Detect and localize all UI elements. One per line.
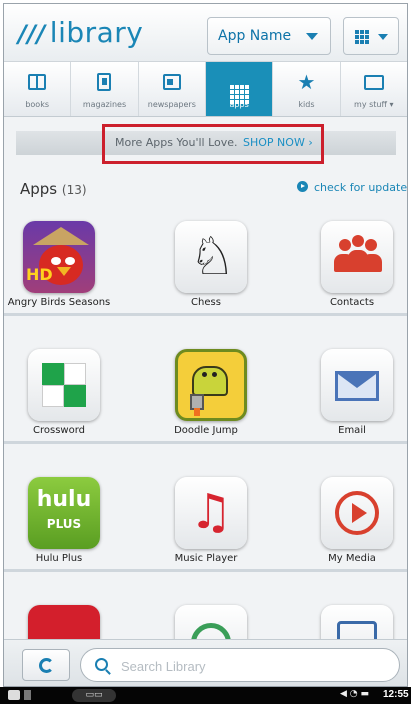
promo-message: More Apps You'll Love. <box>115 136 238 149</box>
chevron-down-icon <box>378 34 388 40</box>
magazine-icon <box>97 73 112 91</box>
grid-view-icon <box>355 30 369 44</box>
app-label: Crossword <box>33 425 85 436</box>
app-crossword[interactable]: Crossword <box>9 337 109 443</box>
check-for-updates-link[interactable]: check for updates <box>297 181 408 194</box>
hulu-plus-wordmark: PLUS <box>46 517 82 531</box>
clock: 12:55 <box>383 689 409 700</box>
hd-badge: HD <box>26 265 53 284</box>
app-chess[interactable]: ♘ Chess <box>156 209 256 315</box>
app-label: Music Player <box>174 553 238 564</box>
star-icon: ★ <box>297 70 316 94</box>
tab-apps[interactable]: apps <box>205 62 274 116</box>
envelope-icon <box>321 349 393 421</box>
library-logo-icon: /// <box>18 20 46 48</box>
chevron-down-icon <box>306 33 318 40</box>
tab-label: newspapers <box>147 100 196 109</box>
apps-grid: HD Angry Birds Seasons ♘ Chess Contacts <box>4 209 407 639</box>
sd-card-icon <box>24 690 31 700</box>
status-bar: ▭▭ ◀ ◔ ▬ 12:55 <box>0 687 411 704</box>
red-app-icon <box>28 605 100 639</box>
app-tile-partial[interactable] <box>9 593 109 639</box>
app-label: Angry Birds Seasons <box>7 297 111 308</box>
green-app-icon <box>175 605 247 639</box>
signal-battery-icons: ◀ ◔ ▬ <box>340 689 369 699</box>
tab-my-stuff[interactable]: my stuff ▾ <box>341 62 407 116</box>
apps-title-text: Apps <box>20 180 58 198</box>
camera-icon <box>8 690 20 700</box>
apps-section-title: Apps (13) <box>20 180 87 198</box>
library-logo-text: library <box>49 16 144 49</box>
search-input[interactable] <box>121 656 381 676</box>
book-icon <box>28 74 47 90</box>
app-label: Chess <box>191 297 221 308</box>
app-label: Email <box>338 425 366 436</box>
app-window: ///library App Name books magazines news… <box>3 3 408 687</box>
app-tile-partial[interactable] <box>156 593 256 639</box>
app-contacts[interactable]: Contacts <box>302 209 402 315</box>
app-doodle-jump[interactable]: Doodle Jump <box>156 337 256 443</box>
folder-icon <box>363 75 384 90</box>
header-bar: ///library App Name <box>4 4 407 62</box>
app-hulu-plus[interactable]: hulu PLUS Hulu Plus <box>9 465 109 571</box>
tab-newspapers[interactable]: newspapers <box>139 62 206 116</box>
search-box <box>80 648 400 682</box>
tab-magazines[interactable]: magazines <box>71 62 139 116</box>
app-email[interactable]: Email <box>302 337 402 443</box>
shop-now-banner[interactable]: More Apps You'll Love. SHOP NOW › <box>102 124 324 164</box>
app-my-media[interactable]: My Media <box>302 465 402 571</box>
category-tabs: books magazines newspapers apps ★ kids m… <box>4 62 407 117</box>
hulu-wordmark: hulu <box>36 487 92 512</box>
app-label: My Media <box>328 553 376 564</box>
view-mode-dropdown[interactable] <box>343 17 399 55</box>
apps-count: (13) <box>61 183 87 197</box>
app-angry-birds-seasons[interactable]: HD Angry Birds Seasons <box>8 209 110 315</box>
doodle-jump-icon <box>175 349 247 421</box>
tab-books[interactable]: books <box>4 62 72 116</box>
promo-text: More Apps You'll Love. SHOP NOW › <box>115 136 313 149</box>
shop-now-link[interactable]: SHOP NOW › <box>243 136 313 149</box>
tab-label: magazines <box>82 100 127 109</box>
music-note-icon: ♫ <box>175 477 247 549</box>
tab-kids[interactable]: ★ kids <box>273 62 341 116</box>
footer-bar <box>4 639 407 686</box>
chess-knight-icon: ♘ <box>175 221 247 293</box>
play-circle-icon <box>297 181 308 192</box>
hulu-icon: hulu PLUS <box>28 477 100 549</box>
tab-label: my stuff ▾ <box>354 100 394 109</box>
newspaper-icon <box>162 74 181 90</box>
refresh-button[interactable] <box>22 649 70 681</box>
blue-app-icon <box>321 605 393 639</box>
app-name-dropdown[interactable]: App Name <box>207 17 331 55</box>
play-icon <box>321 477 393 549</box>
app-label: Contacts <box>329 297 375 308</box>
app-name-label: App Name <box>218 28 292 44</box>
check-updates-label: check for updates <box>314 181 408 194</box>
angry-birds-icon: HD <box>23 221 95 293</box>
reader-icon[interactable]: ▭▭ <box>72 689 116 702</box>
app-music-player[interactable]: ♫ Music Player <box>156 465 256 571</box>
search-icon <box>95 658 108 671</box>
refresh-icon <box>39 658 54 673</box>
tab-label: books <box>25 100 49 109</box>
app-label: Hulu Plus <box>35 553 83 564</box>
contacts-icon <box>321 221 393 293</box>
app-tile-partial[interactable] <box>302 593 402 639</box>
library-logo: ///library <box>18 17 143 50</box>
tab-label: kids <box>298 100 315 109</box>
crossword-icon <box>28 349 100 421</box>
app-label: Doodle Jump <box>174 425 238 436</box>
tab-label: apps <box>229 100 249 109</box>
